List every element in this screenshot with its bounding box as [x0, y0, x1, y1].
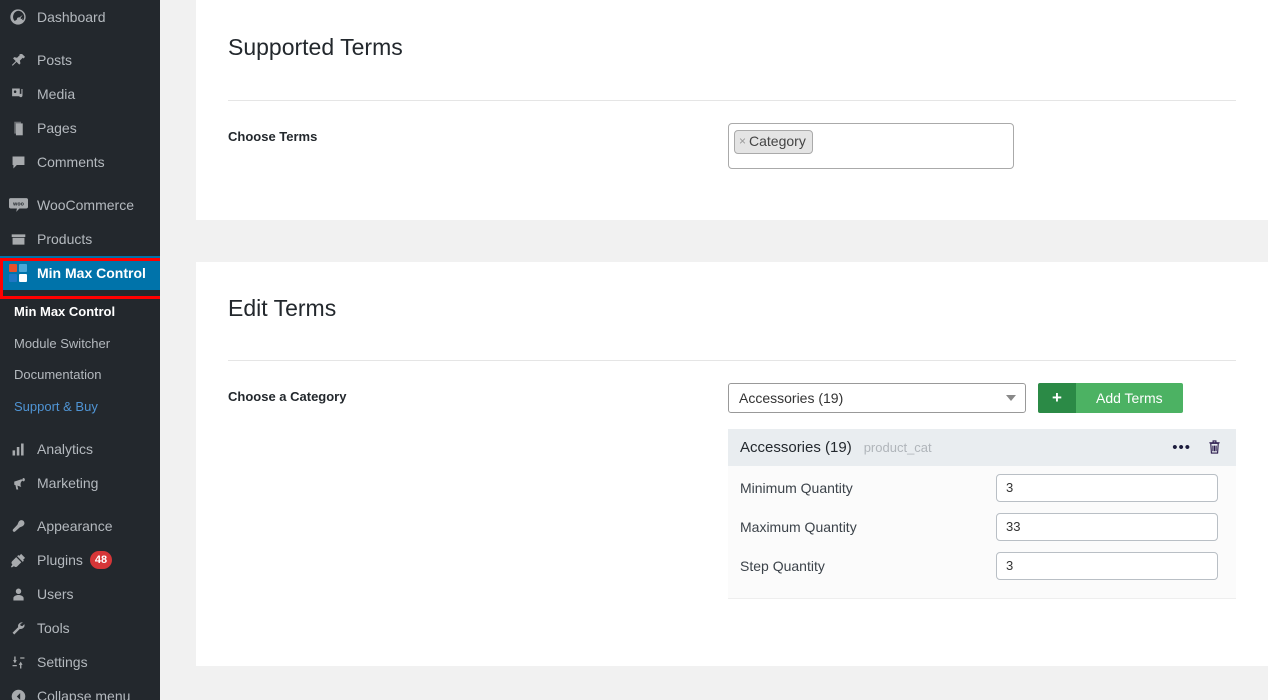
add-terms-label: Add Terms — [1076, 382, 1183, 413]
sidebar-item-products[interactable]: Products — [0, 222, 160, 256]
pages-icon — [8, 118, 28, 138]
sidebar-item-comments[interactable]: Comments — [0, 145, 160, 179]
tools-icon — [8, 618, 28, 638]
media-icon — [8, 84, 28, 104]
plus-icon: + — [1038, 382, 1076, 413]
selected-term-label: Category — [749, 132, 806, 149]
minimum-quantity-label: Minimum Quantity — [740, 479, 853, 496]
dashboard-icon — [8, 7, 28, 27]
maximum-quantity-label: Maximum Quantity — [740, 518, 857, 535]
choose-category-row: Choose a Category Accessories (19) + Add… — [228, 361, 1236, 599]
plugins-icon — [8, 550, 28, 570]
sidebar-item-woocommerce[interactable]: woo WooCommerce — [0, 188, 160, 222]
chevron-down-icon — [1006, 394, 1016, 401]
submenu-item-min-max-control[interactable]: Min Max Control — [0, 296, 160, 328]
users-icon — [8, 584, 28, 604]
sidebar-item-tools[interactable]: Tools — [0, 611, 160, 645]
choose-category-label: Choose a Category — [228, 388, 347, 404]
sidebar-item-label: Posts — [37, 52, 73, 68]
sidebar-item-appearance[interactable]: Appearance — [0, 509, 160, 543]
sidebar-item-label: Pages — [37, 120, 77, 136]
pin-icon — [8, 50, 28, 70]
comments-icon — [8, 152, 28, 172]
admin-sidebar: Dashboard Posts Media Pages Comments woo… — [0, 0, 160, 700]
choose-terms-select[interactable]: × Category — [728, 122, 1014, 169]
choose-terms-label: Choose Terms — [228, 128, 318, 144]
minimum-quantity-input[interactable] — [996, 473, 1218, 502]
minimum-quantity-row: Minimum Quantity — [740, 473, 1222, 502]
sidebar-item-label: Analytics — [37, 441, 94, 457]
sidebar-item-dashboard[interactable]: Dashboard — [0, 0, 160, 34]
sidebar-item-analytics[interactable]: Analytics — [0, 432, 160, 466]
wordpress-admin-screen: Dashboard Posts Media Pages Comments woo… — [0, 0, 1268, 700]
svg-text:woo: woo — [12, 202, 24, 208]
sidebar-item-label: Tools — [37, 620, 70, 636]
category-select-wrap: Accessories (19) + Add Terms — [728, 382, 1236, 413]
sidebar-item-min-max-control[interactable]: Min Max Control — [0, 256, 160, 290]
supported-terms-title: Supported Terms — [228, 34, 403, 60]
sidebar-item-plugins[interactable]: Plugins 48 — [0, 543, 160, 577]
sidebar-item-label: Min Max Control — [37, 265, 146, 281]
remove-tag-icon[interactable]: × — [739, 133, 746, 150]
appearance-icon — [8, 516, 28, 536]
sidebar-item-label: Collapse menu — [37, 688, 131, 700]
sidebar-item-label: Comments — [37, 154, 105, 170]
choose-terms-row: Choose Terms × Category — [228, 101, 1236, 169]
sidebar-item-settings[interactable]: Settings — [0, 645, 160, 679]
term-panel-name: Accessories (19) — [740, 438, 852, 456]
sidebar-item-label: Plugins — [37, 552, 83, 568]
choose-category-control: Accessories (19) + Add Terms Accessories… — [728, 382, 1236, 599]
collapse-icon — [8, 686, 28, 700]
choose-terms-control: × Category — [728, 122, 1236, 169]
sidebar-item-collapse-menu[interactable]: Collapse menu — [0, 679, 160, 700]
submenu-item-support-and-buy[interactable]: Support & Buy — [0, 391, 160, 423]
step-quantity-label: Step Quantity — [740, 557, 825, 574]
sidebar-item-media[interactable]: Media — [0, 77, 160, 111]
sidebar-item-marketing[interactable]: Marketing — [0, 466, 160, 500]
supported-terms-card: Supported Terms Choose Terms × Category — [196, 0, 1268, 220]
edit-terms-title: Edit Terms — [228, 295, 337, 321]
card-gap — [196, 220, 1268, 262]
sidebar-item-label: Dashboard — [37, 9, 106, 25]
maximum-quantity-row: Maximum Quantity — [740, 512, 1222, 541]
sidebar-item-posts[interactable]: Posts — [0, 43, 160, 77]
sidebar-item-label: Marketing — [37, 475, 99, 491]
more-options-icon[interactable]: ••• — [1172, 440, 1191, 455]
analytics-icon — [8, 439, 28, 459]
sidebar-item-label: WooCommerce — [37, 197, 134, 213]
sidebar-item-label: Products — [37, 231, 93, 247]
sidebar-item-pages[interactable]: Pages — [0, 111, 160, 145]
plugins-update-badge: 48 — [89, 551, 113, 569]
sidebar-item-label: Appearance — [37, 518, 113, 534]
woocommerce-icon: woo — [8, 195, 28, 215]
term-panel-actions: ••• — [1172, 439, 1222, 455]
sidebar-item-label: Users — [37, 586, 74, 602]
submenu-item-module-switcher[interactable]: Module Switcher — [0, 328, 160, 360]
min-max-control-submenu: Min Max Control Module Switcher Document… — [0, 290, 160, 432]
step-quantity-input[interactable] — [996, 551, 1218, 580]
selected-term-tag[interactable]: × Category — [734, 129, 813, 155]
edit-terms-card: Edit Terms Choose a Category Accessories… — [196, 262, 1268, 666]
marketing-icon — [8, 473, 28, 493]
sidebar-item-label: Media — [37, 86, 76, 102]
min-max-control-icon — [8, 263, 28, 283]
category-select[interactable]: Accessories (19) — [728, 382, 1026, 413]
settings-icon — [8, 652, 28, 672]
maximum-quantity-input[interactable] — [996, 512, 1218, 541]
add-terms-button[interactable]: + Add Terms — [1038, 382, 1183, 413]
trash-icon[interactable] — [1207, 439, 1222, 455]
sidebar-item-users[interactable]: Users — [0, 577, 160, 611]
category-select-value: Accessories (19) — [739, 389, 844, 406]
term-panel-taxonomy: product_cat — [863, 439, 932, 455]
products-icon — [8, 229, 28, 249]
submenu-item-documentation[interactable]: Documentation — [0, 359, 160, 391]
term-panel-body: Minimum Quantity Maximum Quantity Step Q… — [728, 466, 1236, 598]
step-quantity-row: Step Quantity — [740, 551, 1222, 580]
main-content: Supported Terms Choose Terms × Category … — [160, 0, 1268, 700]
term-panel-header[interactable]: Accessories (19) product_cat ••• — [728, 428, 1236, 466]
sidebar-item-label: Settings — [37, 654, 88, 670]
term-panel: Accessories (19) product_cat ••• Minimum… — [728, 428, 1236, 599]
